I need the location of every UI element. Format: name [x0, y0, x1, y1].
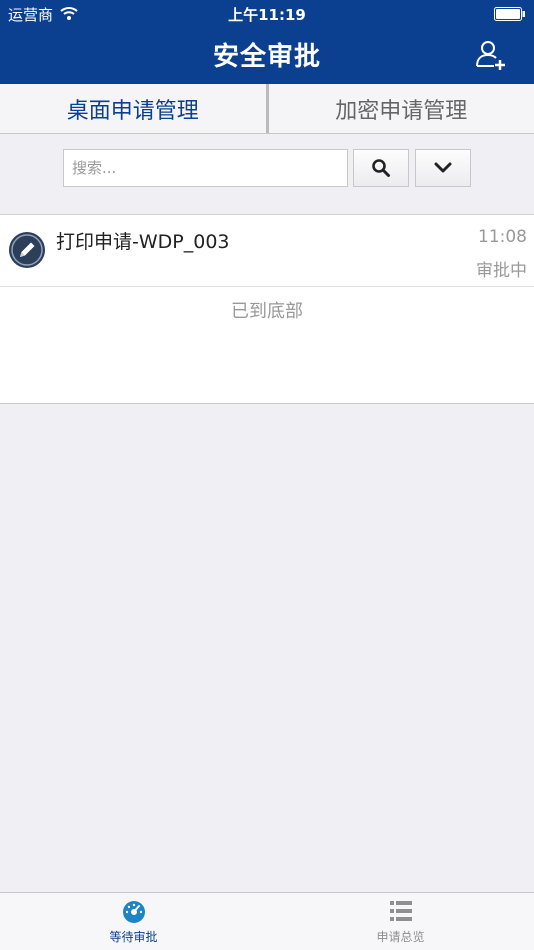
search-icon [372, 159, 390, 177]
tab-bar: 等待审批 申请总览 [0, 892, 534, 950]
edit-icon [9, 232, 45, 268]
list-end-label: 已到底部 [231, 301, 303, 322]
status-bar: 运营商 上午11:19 [0, 0, 534, 28]
chevron-down-icon [434, 162, 452, 173]
tab-desktop-requests[interactable]: 桌面申请管理 [0, 84, 266, 133]
header: 运营商 上午11:19 安全审批 [0, 0, 534, 84]
list-icon [389, 901, 412, 921]
dashboard-icon [122, 901, 145, 923]
page-title: 安全审批 [212, 42, 321, 72]
filter-dropdown-button[interactable] [415, 149, 471, 187]
item-time: 11:08 [478, 227, 527, 247]
add-user-button[interactable] [474, 38, 508, 72]
request-list: 打印申请-WDP_003 11:08 审批中 已到底部 [0, 214, 534, 404]
tab-request-overview[interactable]: 申请总览 [267, 893, 534, 950]
battery-icon [494, 7, 525, 21]
search-button[interactable] [353, 149, 409, 187]
search-input[interactable] [63, 149, 348, 187]
tab-encryption-requests[interactable]: 加密申请管理 [269, 84, 534, 133]
tab-label: 申请总览 [376, 930, 425, 944]
segmented-control: 桌面申请管理 加密申请管理 [0, 84, 534, 134]
tab-pending-approval[interactable]: 等待审批 [0, 893, 267, 950]
add-user-icon [476, 41, 505, 70]
tab-label: 等待审批 [109, 930, 158, 944]
status-time: 上午11:19 [228, 6, 306, 24]
status-badge: 审批中 [476, 261, 527, 281]
list-item[interactable]: 打印申请-WDP_003 11:08 审批中 [0, 215, 534, 287]
item-title: 打印申请-WDP_003 [56, 231, 230, 253]
search-bar [0, 134, 534, 214]
